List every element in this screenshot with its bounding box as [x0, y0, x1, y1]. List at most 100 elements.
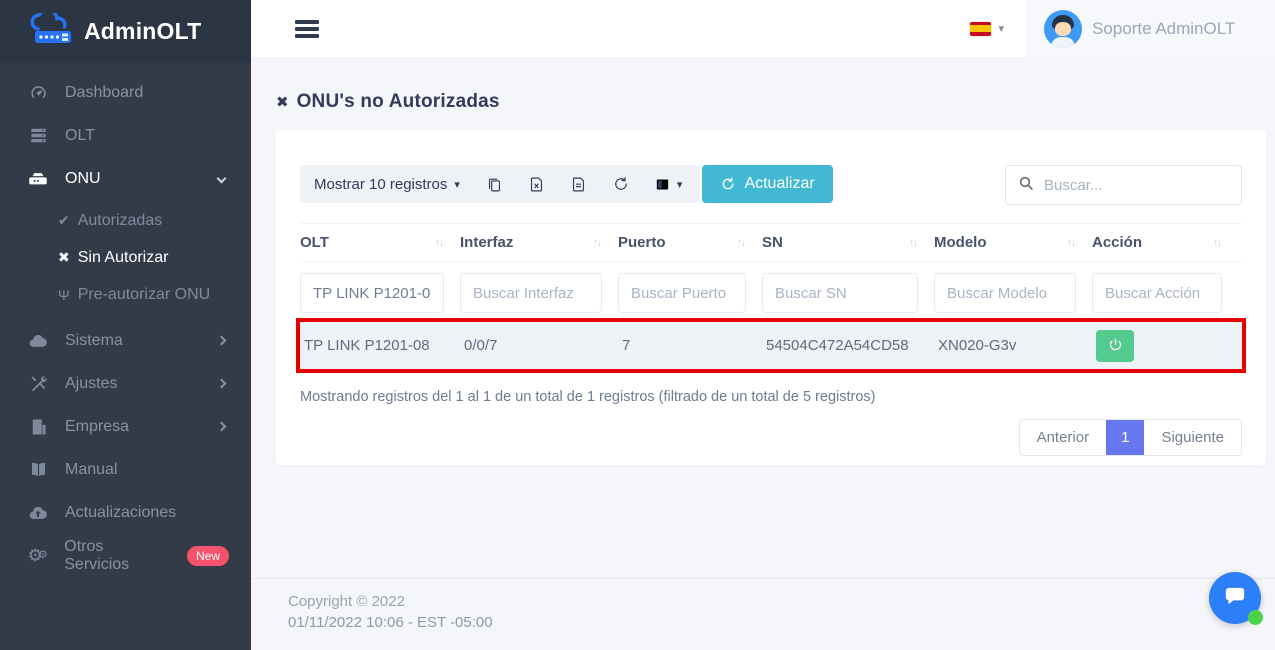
sidebar-item-label: Pre-autorizar ONU	[78, 286, 210, 304]
copyright-text: Copyright © 2022	[288, 591, 1275, 612]
sidebar-item-manual[interactable]: Manual	[0, 448, 251, 491]
column-header-interfaz[interactable]: Interfaz↑↓	[460, 234, 618, 251]
page-title: ✖ ONU's no Autorizadas	[276, 91, 1266, 113]
sidebar-item-onu[interactable]: ONU	[0, 157, 251, 200]
actualizar-button[interactable]: Actualizar	[702, 165, 832, 203]
sidebar-item-label: Otros Servicios	[64, 538, 169, 574]
onu-submenu: ✔ Autorizadas ✖ Sin Autorizar Ψ Pre-auto…	[0, 200, 251, 319]
pagination-prev-button[interactable]: Anterior	[1020, 420, 1107, 455]
sidebar-item-label: Autorizadas	[78, 212, 163, 230]
sidebar-item-sistema[interactable]: Sistema	[0, 319, 251, 362]
cloud-icon	[27, 331, 49, 351]
cell-olt: TP LINK P1201-08	[304, 337, 464, 354]
chevron-right-icon	[217, 379, 227, 389]
sidebar-item-pre-autorizar[interactable]: Ψ Pre-autorizar ONU	[0, 276, 251, 313]
hamburger-menu-icon[interactable]	[295, 20, 319, 38]
sort-icon[interactable]: ↑↓	[1067, 237, 1074, 249]
tools-icon	[27, 374, 49, 393]
sidebar-item-label: Dashboard	[65, 84, 229, 102]
caret-down-icon: ▾	[998, 22, 1004, 35]
datatable-buttons: Mostrar 10 registros ▾	[300, 165, 700, 203]
column-header-sn[interactable]: SN↑↓	[762, 234, 934, 251]
copy-button[interactable]	[474, 165, 516, 203]
table-header-row: OLT↑↓ Interfaz↑↓ Puerto↑↓ SN↑↓ Modelo↑↓ …	[300, 223, 1242, 262]
pdf-export-button[interactable]	[558, 165, 600, 203]
filter-modelo-input[interactable]	[934, 273, 1076, 313]
cloud-upload-icon	[27, 503, 49, 523]
sidebar-item-olt[interactable]: OLT	[0, 114, 251, 157]
x-icon: ✖	[276, 93, 289, 111]
caret-down-icon: ▾	[454, 178, 460, 191]
sidebar-item-sin-autorizar[interactable]: ✖ Sin Autorizar	[0, 239, 251, 276]
sidebar-item-autorizadas[interactable]: ✔ Autorizadas	[0, 202, 251, 239]
sort-icon[interactable]: ↑↓	[435, 237, 442, 249]
sidebar-item-dashboard[interactable]: Dashboard	[0, 71, 251, 114]
cell-sn: 54504C472A54CD58	[766, 337, 938, 354]
column-header-accion[interactable]: Acción↑↓	[1092, 234, 1238, 251]
filter-olt-input[interactable]	[300, 273, 444, 313]
excel-export-button[interactable]	[516, 165, 558, 203]
sort-icon[interactable]: ↑↓	[737, 237, 744, 249]
filter-interfaz-input[interactable]	[460, 273, 602, 313]
table-row[interactable]: TP LINK P1201-08 0/0/7 7 54504C472A54CD5…	[300, 322, 1242, 369]
gauge-icon	[27, 83, 49, 102]
adminolt-logo-icon	[28, 13, 74, 51]
column-visibility-button[interactable]: ▾	[642, 176, 695, 193]
user-menu[interactable]: Soporte AdminOLT	[1026, 0, 1275, 57]
chat-widget-button[interactable]	[1209, 572, 1261, 624]
sidebar-item-ajustes[interactable]: Ajustes	[0, 362, 251, 405]
sidebar-item-otros-servicios[interactable]: ⚙⚙ Otros Servicios New	[0, 534, 251, 577]
column-header-puerto[interactable]: Puerto↑↓	[618, 234, 762, 251]
filter-accion-input[interactable]	[1092, 273, 1222, 313]
user-name: Soporte AdminOLT	[1092, 19, 1235, 39]
column-header-modelo[interactable]: Modelo↑↓	[934, 234, 1092, 251]
x-icon: ✖	[58, 249, 70, 266]
filter-sn-input[interactable]	[762, 273, 918, 313]
avatar	[1044, 10, 1082, 48]
online-status-dot	[1248, 610, 1263, 625]
table-filter-row	[300, 262, 1242, 318]
sort-icon[interactable]: ↑↓	[1213, 237, 1220, 249]
cell-puerto: 7	[622, 337, 766, 354]
cell-modelo: XN020-G3v	[938, 337, 1096, 354]
page-title-text: ONU's no Autorizadas	[297, 91, 500, 113]
page-length-label: Mostrar 10 registros	[314, 176, 447, 193]
caret-down-icon: ▾	[677, 178, 683, 191]
authorize-power-button[interactable]	[1096, 330, 1134, 362]
language-selector[interactable]: ▾	[970, 22, 1004, 36]
chevron-right-icon	[217, 422, 227, 432]
new-badge: New	[187, 546, 229, 566]
router-icon	[27, 169, 49, 189]
sidebar-item-label: Ajustes	[65, 375, 202, 393]
reload-button[interactable]	[600, 165, 642, 203]
sidebar-item-label: Empresa	[65, 418, 202, 436]
table-card: Mostrar 10 registros ▾	[276, 130, 1266, 465]
check-icon: ✔	[58, 212, 70, 229]
sidebar: AdminOLT Dashboard OLT ONU	[0, 0, 251, 650]
plug-icon: Ψ	[58, 287, 70, 303]
cell-interfaz: 0/0/7	[464, 337, 622, 354]
search-icon	[1018, 175, 1034, 195]
annotation-highlight-box: TP LINK P1201-08 0/0/7 7 54504C472A54CD5…	[296, 318, 1246, 373]
search-input[interactable]	[1044, 177, 1243, 194]
sidebar-item-actualizaciones[interactable]: Actualizaciones	[0, 491, 251, 534]
chevron-down-icon	[217, 174, 227, 184]
book-icon	[27, 460, 49, 479]
sidebar-nav: Dashboard OLT ONU ✔ Autorizadas	[0, 63, 251, 577]
brand-title: AdminOLT	[84, 18, 201, 45]
filter-puerto-input[interactable]	[618, 273, 746, 313]
actualizar-label: Actualizar	[744, 175, 814, 193]
brand[interactable]: AdminOLT	[0, 0, 251, 63]
sidebar-item-empresa[interactable]: Empresa	[0, 405, 251, 448]
sidebar-item-label: Manual	[65, 461, 229, 479]
page-length-select[interactable]: Mostrar 10 registros ▾	[314, 176, 474, 193]
server-icon	[27, 126, 49, 145]
sort-icon[interactable]: ↑↓	[909, 237, 916, 249]
topbar: ▾ Soporte AdminOLT	[251, 0, 1275, 58]
sort-icon[interactable]: ↑↓	[593, 237, 600, 249]
pagination-next-button[interactable]: Siguiente	[1144, 420, 1241, 455]
footer-datetime: 01/11/2022 10:06 - EST -05:00	[288, 612, 1275, 633]
search-box	[1005, 165, 1242, 205]
column-header-olt[interactable]: OLT↑↓	[300, 234, 460, 251]
pagination-page-1-button[interactable]: 1	[1106, 420, 1144, 455]
